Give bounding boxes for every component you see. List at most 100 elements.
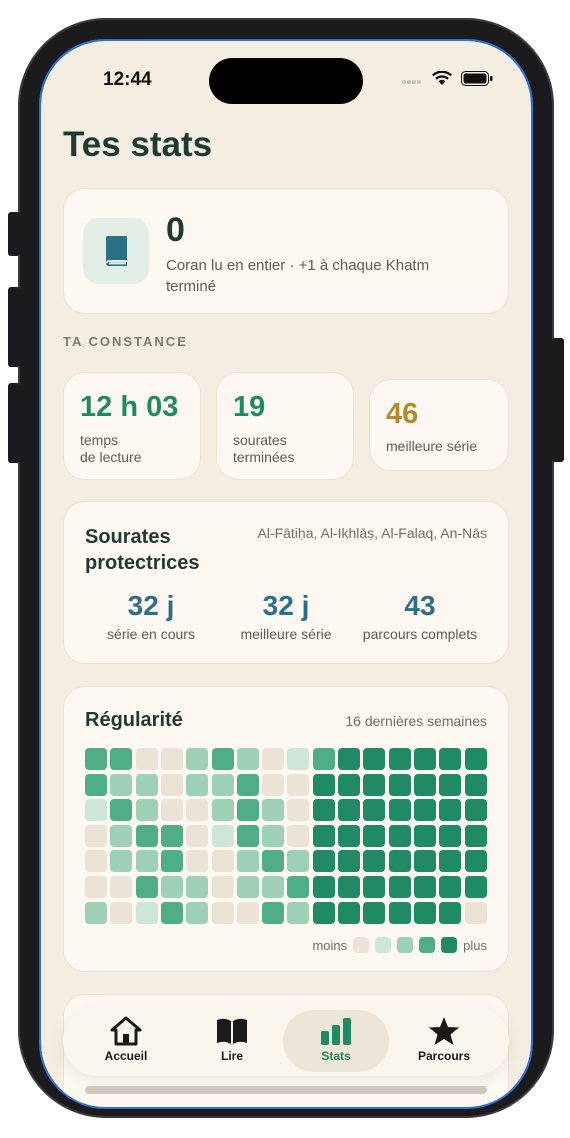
tab-lire[interactable]: Lire bbox=[179, 1006, 285, 1076]
dynamic-island bbox=[209, 58, 363, 104]
protective-surah-names: Al-Fātiḥa, Al-Ikhlāṣ, Al-Falaq, An-Nās bbox=[257, 525, 487, 541]
heatmap-cell bbox=[287, 799, 310, 822]
legend-more-label: plus bbox=[463, 937, 487, 953]
stat-value: 12 h 03 bbox=[80, 391, 179, 423]
heatmap-cell bbox=[363, 799, 386, 822]
heatmap-cell bbox=[236, 876, 259, 898]
heatmap-cell bbox=[211, 799, 234, 822]
heatmap-cell bbox=[135, 901, 158, 924]
heatmap-cell bbox=[262, 824, 285, 847]
regularity-card: Régularité 16 dernières semaines moins p… bbox=[63, 686, 509, 972]
protective-title: Sourates protectrices bbox=[85, 526, 200, 574]
heatmap-cell bbox=[338, 876, 360, 898]
heatmap-cell bbox=[338, 773, 360, 796]
regularity-title: Régularité bbox=[85, 709, 183, 731]
heatmap-cell bbox=[287, 824, 310, 847]
heatmap-cell bbox=[312, 850, 335, 873]
heatmap-cell bbox=[186, 901, 209, 924]
home-icon bbox=[109, 1016, 143, 1046]
heatmap-cell bbox=[236, 799, 259, 822]
heatmap-cell bbox=[110, 876, 133, 898]
legend-swatch bbox=[375, 937, 392, 953]
heatmap-cell bbox=[262, 901, 285, 924]
stat-value: 43 bbox=[404, 590, 436, 621]
stat-card-surahs-finished[interactable]: 19 sourates terminées bbox=[216, 372, 354, 480]
stat-label: parcours complets bbox=[362, 626, 478, 642]
heatmap-cell bbox=[363, 876, 386, 898]
heatmap-cell bbox=[110, 850, 133, 873]
heatmap-cell bbox=[135, 824, 158, 847]
heatmap-cell bbox=[262, 799, 285, 822]
heatmap-cell bbox=[160, 901, 183, 924]
heatmap-cell bbox=[236, 901, 259, 924]
heatmap-cell bbox=[464, 824, 487, 847]
khatm-count: 0 bbox=[166, 211, 185, 249]
tab-label: Lire bbox=[220, 1049, 243, 1063]
tab-accueil[interactable]: Accueil bbox=[73, 1006, 179, 1076]
legend-swatch bbox=[353, 937, 370, 953]
heatmap-cell bbox=[413, 876, 436, 898]
heatmap-cell bbox=[160, 850, 183, 873]
heatmap-cell bbox=[338, 824, 360, 847]
tab-label: Parcours bbox=[417, 1049, 471, 1063]
signal-icon bbox=[401, 72, 423, 90]
heatmap-cell bbox=[211, 824, 234, 847]
heatmap-cell bbox=[186, 799, 209, 822]
heatmap-cell bbox=[388, 850, 411, 873]
heatmap-cell bbox=[464, 876, 487, 898]
heatmap-cell bbox=[439, 799, 462, 822]
heatmap-cell bbox=[160, 773, 183, 796]
stat-card-best-streak[interactable]: 46 meilleure série bbox=[369, 379, 509, 471]
heatmap-cell bbox=[413, 824, 436, 847]
heatmap-cell bbox=[110, 799, 133, 822]
heatmap-cell bbox=[439, 748, 462, 770]
heatmap-legend: moins plus bbox=[312, 937, 487, 953]
heatmap-cell bbox=[338, 901, 360, 924]
heatmap-cell bbox=[262, 773, 285, 796]
heatmap-cell bbox=[85, 824, 107, 847]
legend-less-label: moins bbox=[312, 937, 348, 953]
heatmap-cell bbox=[186, 748, 209, 770]
heatmap-cell bbox=[287, 773, 310, 796]
heatmap-cell bbox=[85, 748, 107, 770]
heatmap-cell bbox=[262, 876, 285, 898]
section-label-constance: TA CONSTANCE bbox=[63, 334, 188, 349]
heatmap-cell bbox=[236, 748, 259, 770]
bar-chart-icon bbox=[319, 1016, 353, 1046]
heatmap-cell bbox=[388, 748, 411, 770]
tab-label: Accueil bbox=[104, 1049, 148, 1063]
protective-surahs-card[interactable]: Sourates protectrices Al-Fātiḥa, Al-Ikhl… bbox=[63, 501, 509, 664]
heatmap-cell bbox=[312, 901, 335, 924]
regularity-heatmap bbox=[85, 748, 489, 924]
heatmap-cell bbox=[388, 773, 411, 796]
heatmap-cell bbox=[85, 850, 107, 873]
heatmap-cell bbox=[186, 876, 209, 898]
heatmap-cell bbox=[413, 799, 436, 822]
stat-card-reading-time[interactable]: 12 h 03 temps de lecture bbox=[63, 372, 201, 480]
heatmap-cell bbox=[363, 901, 386, 924]
heatmap-cell bbox=[312, 773, 335, 796]
heatmap-cell bbox=[110, 824, 133, 847]
stat-label: série en cours bbox=[107, 626, 195, 642]
heatmap-cell bbox=[262, 748, 285, 770]
heatmap-cell bbox=[464, 799, 487, 822]
heatmap-cell bbox=[186, 824, 209, 847]
stat-label: meilleure série bbox=[386, 438, 478, 454]
tab-parcours[interactable]: Parcours bbox=[391, 1006, 497, 1076]
heatmap-cell bbox=[85, 773, 107, 796]
book-icon bbox=[83, 218, 149, 284]
tab-stats[interactable]: Stats bbox=[283, 1010, 389, 1072]
power-button bbox=[552, 338, 564, 462]
khatm-card[interactable]: 0 Coran lu en entier · +1 à chaque Khatm… bbox=[63, 188, 509, 314]
heatmap-cell bbox=[439, 901, 462, 924]
action-button bbox=[8, 212, 20, 256]
heatmap-cell bbox=[211, 850, 234, 873]
stat-label: sourates terminées bbox=[233, 432, 295, 465]
heatmap-cell bbox=[160, 876, 183, 898]
heatmap-cell bbox=[287, 876, 310, 898]
stat-label: meilleure série bbox=[240, 626, 332, 642]
heatmap-cell bbox=[388, 799, 411, 822]
screen: 12:44 Tes stats 0 Coran lu en entier · +… bbox=[39, 39, 533, 1109]
heatmap-cell bbox=[439, 850, 462, 873]
open-book-icon bbox=[215, 1016, 249, 1046]
